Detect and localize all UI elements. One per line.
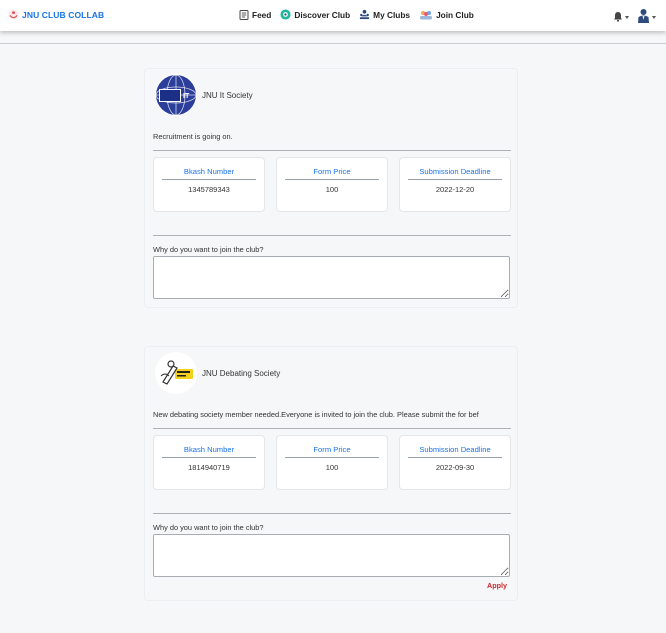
divider xyxy=(153,513,511,514)
form-price-box: Form Price 100 xyxy=(276,435,388,490)
nav-user-area xyxy=(613,8,656,24)
club-header: IT JNU It Society xyxy=(155,74,253,116)
form-price-label: Form Price xyxy=(313,445,351,454)
recruitment-info: Bkash Number 1345789343 Form Price 100 S… xyxy=(153,157,511,212)
main-nav: Feed Discover Club My Clubs Join Club xyxy=(239,9,483,20)
post-description: New debating society member needed.Every… xyxy=(153,410,479,419)
nav-my-clubs[interactable]: My Clubs xyxy=(359,9,410,20)
nav-discover-label: Discover Club xyxy=(294,9,351,20)
bkash-number-label: Bkash Number xyxy=(183,445,235,454)
bkash-number-value: 1814940719 xyxy=(188,463,230,472)
bkash-number-box: Bkash Number 1814940719 xyxy=(153,435,265,490)
feed-icon xyxy=(239,9,249,20)
nav-discover-club[interactable]: Discover Club xyxy=(280,9,350,20)
post-description: Recruitment is going on. xyxy=(153,132,233,141)
bkash-number-box: Bkash Number 1345789343 xyxy=(153,157,265,212)
brand-link[interactable]: JNU CLUB COLLAB xyxy=(8,9,104,20)
join-club-icon xyxy=(420,11,433,20)
chevron-down-icon xyxy=(652,15,656,19)
avatar xyxy=(638,9,649,23)
my-clubs-icon xyxy=(360,9,370,20)
club-name: JNU Debating Society xyxy=(202,368,281,378)
form-price-value: 100 xyxy=(325,185,339,194)
submission-deadline-value: 2022-09-30 xyxy=(435,463,475,472)
brand-logo-icon xyxy=(8,9,19,20)
recruitment-info: Bkash Number 1814940719 Form Price 100 S… xyxy=(153,435,511,490)
nav-join-club[interactable]: Join Club xyxy=(419,9,474,20)
nav-my-clubs-label: My Clubs xyxy=(373,9,411,20)
submission-deadline-value: 2022-12-20 xyxy=(435,185,475,194)
submission-deadline-box: Submission Deadline 2022-09-30 xyxy=(399,435,511,490)
club-logo: IT xyxy=(155,74,197,116)
club-post-card: IT JNU It Society Recruitment is going o… xyxy=(144,68,518,308)
form-price-label: Form Price xyxy=(313,167,351,176)
form-price-box: Form Price 100 xyxy=(276,157,388,212)
club-name: JNU It Society xyxy=(202,90,253,100)
user-menu-dropdown[interactable] xyxy=(637,8,656,24)
bkash-number-label: Bkash Number xyxy=(183,167,235,176)
join-reason-textarea[interactable] xyxy=(153,534,510,577)
club-logo xyxy=(155,352,197,394)
divider xyxy=(153,428,511,429)
divider xyxy=(153,235,511,236)
bell-icon xyxy=(614,11,622,22)
top-navbar: JNU CLUB COLLAB Feed Discover Club My Cl… xyxy=(0,0,666,31)
apply-button[interactable]: Apply xyxy=(487,581,507,590)
discover-icon xyxy=(280,9,291,20)
submission-deadline-label: Submission Deadline xyxy=(419,445,491,454)
bkash-number-value: 1345789343 xyxy=(188,185,230,194)
join-reason-label: Why do you want to join the club? xyxy=(153,245,264,254)
notifications-dropdown[interactable] xyxy=(613,11,629,22)
form-price-value: 100 xyxy=(325,463,339,472)
chevron-down-icon xyxy=(625,15,629,19)
submission-deadline-label: Submission Deadline xyxy=(419,167,491,176)
nav-feed[interactable]: Feed xyxy=(239,9,272,20)
header-divider xyxy=(0,43,666,44)
join-reason-textarea[interactable] xyxy=(153,256,510,299)
join-reason-label: Why do you want to join the club? xyxy=(153,523,264,532)
club-header: JNU Debating Society xyxy=(155,352,280,394)
submission-deadline-box: Submission Deadline 2022-12-20 xyxy=(399,157,511,212)
club-post-card: JNU Debating Society New debating societ… xyxy=(144,346,518,601)
nav-feed-label: Feed xyxy=(252,9,272,20)
divider xyxy=(153,150,511,151)
brand-name: JNU CLUB COLLAB xyxy=(22,9,105,20)
nav-join-club-label: Join Club xyxy=(436,9,474,20)
svg-text:IT: IT xyxy=(183,93,190,100)
